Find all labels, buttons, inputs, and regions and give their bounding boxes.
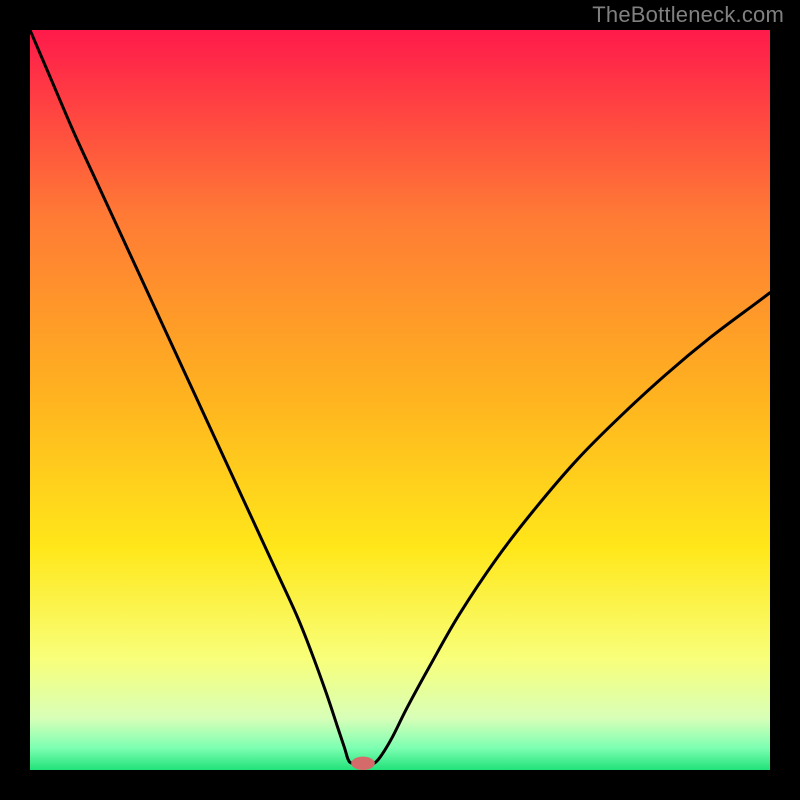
gradient-background bbox=[30, 30, 770, 770]
watermark-text: TheBottleneck.com bbox=[592, 2, 784, 28]
chart-frame: TheBottleneck.com bbox=[0, 0, 800, 800]
marker-group bbox=[351, 757, 375, 770]
plot-area bbox=[30, 30, 770, 770]
chart-svg bbox=[30, 30, 770, 770]
bottleneck-marker bbox=[351, 757, 375, 770]
